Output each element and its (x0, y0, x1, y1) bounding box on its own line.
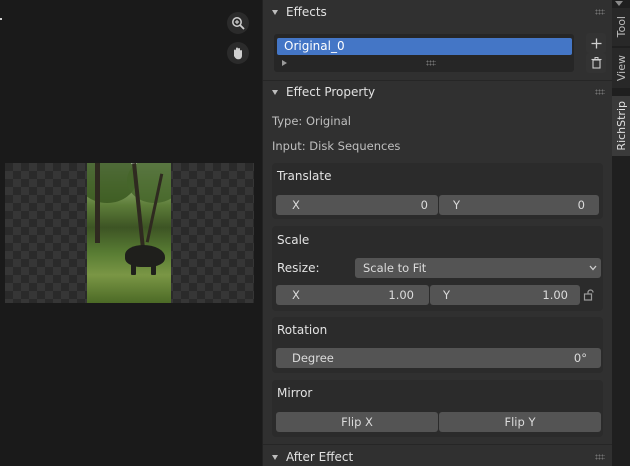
vertical-tab-bar: Tool View RichStrip (612, 0, 630, 466)
effect-type-text: Type: Original (272, 114, 351, 128)
lock-icon[interactable] (583, 289, 596, 304)
translate-x-value: 0 (420, 198, 428, 212)
resize-value: Scale to Fit (363, 261, 427, 275)
translate-y-label: Y (453, 198, 461, 212)
flip-x-button[interactable]: Flip X (276, 412, 438, 432)
tab-tool[interactable]: Tool (612, 8, 630, 46)
effect-input-text: Input: Disk Sequences (272, 139, 401, 153)
translate-y-field[interactable]: Y 0 (439, 195, 599, 215)
translate-x-label: X (292, 198, 300, 212)
rotation-degree-field[interactable]: Degree 0° (276, 348, 601, 368)
tab-view[interactable]: View (612, 48, 630, 88)
list-resize-grip[interactable] (426, 60, 436, 66)
rotation-title: Rotation (277, 323, 328, 337)
scale-y-field[interactable]: Y 1.00 (430, 285, 580, 305)
tab-view-label: View (614, 54, 628, 82)
effects-header[interactable]: Effects (263, 0, 613, 24)
grip-icon[interactable] (595, 89, 605, 95)
resize-dropdown[interactable]: Scale to Fit (355, 258, 601, 278)
rotation-box: Rotation Degree 0° (272, 317, 603, 373)
scale-x-field[interactable]: X 1.00 (276, 285, 429, 305)
after-effect-header-label: After Effect (286, 450, 354, 464)
expand-triangle-icon[interactable] (282, 60, 287, 66)
preview-area[interactable] (0, 0, 262, 466)
hand-icon[interactable] (227, 42, 249, 64)
effect-property-header[interactable]: Effect Property (263, 80, 613, 104)
preview-image (87, 163, 171, 303)
effects-header-label: Effects (286, 5, 327, 19)
sidebar-panel: Effects Original_0 Effect Property Type:… (262, 0, 613, 466)
tab-tool-label: Tool (614, 16, 628, 38)
trash-icon[interactable] (586, 53, 606, 73)
plus-icon[interactable] (586, 33, 606, 53)
degree-label: Degree (292, 351, 334, 365)
translate-box: Translate X 0 Y 0 (272, 163, 603, 219)
collapse-triangle-icon (272, 9, 278, 15)
mirror-box: Mirror Flip X Flip Y (272, 380, 603, 437)
flip-y-button[interactable]: Flip Y (439, 412, 601, 432)
mirror-title: Mirror (277, 386, 313, 400)
chevron-down-icon (589, 265, 597, 271)
effect-property-header-label: Effect Property (286, 85, 376, 99)
translate-y-value: 0 (577, 198, 585, 212)
zoom-icon[interactable] (227, 12, 249, 34)
resize-label: Resize: (277, 261, 320, 275)
scale-title: Scale (277, 233, 310, 247)
collapse-triangle-icon (272, 454, 278, 460)
scale-x-label: X (292, 288, 300, 302)
scale-y-label: Y (443, 288, 451, 302)
grip-icon[interactable] (595, 454, 605, 460)
translate-title: Translate (277, 169, 332, 183)
tab-richstrip[interactable]: RichStrip (612, 96, 630, 156)
degree-value: 0° (573, 351, 587, 365)
corner-mark (0, 18, 2, 20)
translate-x-field[interactable]: X 0 (276, 195, 438, 215)
collapse-triangle-icon (272, 89, 278, 95)
scale-x-value: 1.00 (388, 288, 414, 302)
grip-icon[interactable] (595, 9, 605, 15)
scale-y-value: 1.00 (542, 288, 568, 302)
effects-list: Original_0 (274, 34, 574, 72)
list-item[interactable]: Original_0 (277, 38, 572, 55)
tab-scroll-arrow-icon[interactable] (615, 1, 623, 6)
tab-richstrip-label: RichStrip (614, 101, 628, 151)
scale-box: Scale Resize: Scale to Fit X 1.00 Y 1.00 (272, 226, 603, 311)
after-effect-header[interactable]: After Effect (263, 445, 613, 466)
